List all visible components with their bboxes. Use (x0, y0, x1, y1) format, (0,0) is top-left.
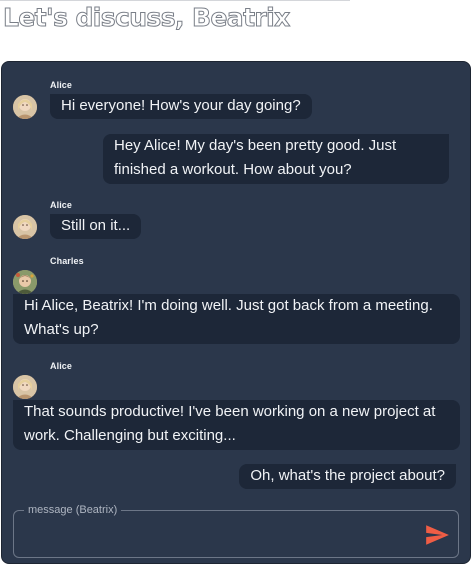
message-sender: Charles (50, 256, 84, 266)
chat-page: Let's discuss, Beatrix Alice Hi everyone… (0, 0, 473, 567)
message-bubble: Hey Alice! My day's been pretty good. Ju… (103, 134, 449, 184)
message-bubble: Hi Alice, Beatrix! I'm doing well. Just … (13, 294, 460, 344)
message-bubble: That sounds productive! I've been workin… (13, 400, 460, 450)
message-sender: Alice (50, 80, 73, 90)
alice-avatar (13, 215, 37, 239)
message-sender: Alice (50, 361, 73, 371)
message-bubble: Oh, what's the project about? (239, 464, 456, 489)
message-sender: Alice (50, 200, 73, 210)
alice-avatar (13, 375, 37, 399)
charles-avatar (13, 270, 37, 294)
alice-avatar (13, 95, 37, 119)
page-title: Let's discuss, Beatrix (3, 3, 291, 33)
composer-label: message (Beatrix) (24, 503, 122, 517)
message-bubble: Still on it... (50, 214, 142, 239)
chat-panel: Alice Hi everyone! How's your day going?… (1, 61, 471, 564)
send-icon (426, 525, 449, 545)
send-button[interactable] (424, 522, 450, 548)
message-composer: message (Beatrix) (13, 503, 459, 558)
message-bubble: Hi everyone! How's your day going? (50, 94, 312, 119)
message-input[interactable] (24, 525, 418, 549)
heading-divider (0, 0, 350, 1)
